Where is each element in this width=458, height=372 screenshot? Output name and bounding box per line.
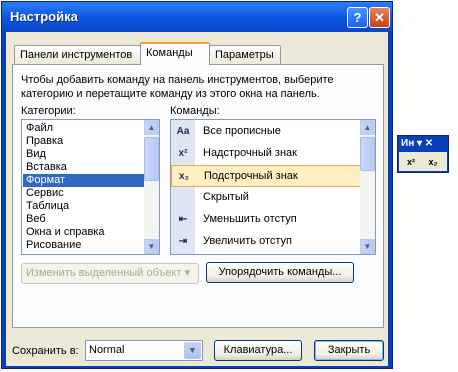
commands-label: Команды:	[170, 105, 220, 117]
chevron-down-icon[interactable]: ▼	[184, 342, 201, 359]
category-item[interactable]: Файл	[23, 122, 145, 135]
category-item[interactable]: Вид	[23, 148, 145, 161]
command-item[interactable]: x² Надстрочный знак	[171, 143, 361, 165]
command-label: Надстрочный знак	[203, 147, 297, 159]
command-label: Увеличить отступ	[203, 235, 293, 247]
keyboard-button[interactable]: Клавиатура...	[214, 340, 302, 361]
save-in-combo[interactable]: Normal ▼	[85, 340, 203, 361]
modify-selection-button: Изменить выделенный объект ▾	[21, 263, 199, 284]
command-label: Подстрочный знак	[204, 170, 298, 182]
tab-commands[interactable]: Команды	[140, 42, 210, 65]
command-label: Уменьшить отступ	[203, 213, 297, 225]
command-item[interactable]: Aa Все прописные	[171, 121, 361, 143]
superscript-icon: x²	[178, 148, 188, 159]
close-window-button[interactable]: ✕	[369, 7, 390, 28]
scroll-down-icon[interactable]: ▼	[360, 239, 375, 254]
scroll-down-icon[interactable]: ▼	[144, 239, 159, 254]
rearrange-commands-button[interactable]: Упорядочить команды...	[206, 262, 354, 283]
scroll-up-icon[interactable]: ▲	[144, 120, 159, 135]
category-item[interactable]: Сервис	[23, 187, 145, 200]
categories-label: Категории:	[21, 105, 76, 117]
commands-scrollbar[interactable]: ▲ ▼	[360, 120, 375, 254]
subscript-icon[interactable]: x₂	[425, 154, 441, 170]
dialog-client-area: Панели инструментов Команды Параметры Чт…	[6, 32, 388, 366]
save-in-label: Сохранить в:	[12, 345, 79, 357]
instructions-text: Чтобы добавить команду на панель инструм…	[21, 74, 334, 100]
category-item[interactable]: Окна и справка	[23, 226, 145, 239]
help-button[interactable]: ?	[347, 7, 368, 28]
superscript-icon[interactable]: x²	[403, 154, 419, 170]
category-item-selected[interactable]: Формат	[23, 174, 145, 187]
decrease-indent-icon: ⇤	[178, 214, 188, 225]
categories-scrollbar[interactable]: ▲ ▼	[144, 120, 159, 254]
command-item-selected[interactable]: x₂ Подстрочный знак	[171, 165, 361, 187]
hidden-icon	[175, 190, 191, 206]
command-item[interactable]: ⇤ Уменьшить отступ	[171, 209, 361, 231]
toolbar-buttons: x² x₂	[399, 152, 447, 171]
command-item[interactable]: Скрытый	[171, 187, 361, 209]
commands-listbox[interactable]: Aa Все прописные x² Надстрочный знак x₂ …	[170, 119, 376, 255]
command-label: Скрытый	[203, 191, 249, 203]
category-item[interactable]: Таблица	[23, 200, 145, 213]
scroll-thumb[interactable]	[144, 137, 159, 181]
window-title: Настройка	[10, 9, 78, 24]
command-item[interactable]: ⇥ Увеличить отступ	[171, 231, 361, 253]
category-item[interactable]: Веб	[23, 213, 145, 226]
categories-listbox[interactable]: Файл Правка Вид Вставка Формат Сервис Та…	[21, 119, 160, 255]
save-in-value: Normal	[89, 344, 125, 356]
title-bar[interactable]: Настройка ? ✕	[2, 2, 392, 32]
toolbar-title[interactable]: Ин ▾ ✕	[401, 138, 433, 149]
floating-toolbar[interactable]: Ин ▾ ✕ x² x₂	[397, 135, 449, 173]
scroll-thumb[interactable]	[360, 137, 375, 171]
commands-tab-panel: Чтобы добавить команду на панель инструм…	[12, 64, 384, 328]
category-item[interactable]: Рисование	[23, 239, 145, 252]
category-item[interactable]: Правка	[23, 135, 145, 148]
increase-indent-icon: ⇥	[178, 236, 188, 247]
command-label: Все прописные	[203, 125, 281, 137]
category-item[interactable]: Вставка	[23, 161, 145, 174]
tab-toolbars[interactable]: Панели инструментов	[14, 45, 141, 64]
close-button[interactable]: Закрыть	[314, 340, 384, 361]
subscript-icon: x₂	[178, 171, 189, 182]
customize-dialog: Настройка ? ✕ Панели инструментов Команд…	[1, 1, 393, 369]
scroll-up-icon[interactable]: ▲	[360, 120, 375, 135]
change-case-icon: Aa	[176, 126, 190, 137]
tab-options[interactable]: Параметры	[209, 45, 281, 64]
